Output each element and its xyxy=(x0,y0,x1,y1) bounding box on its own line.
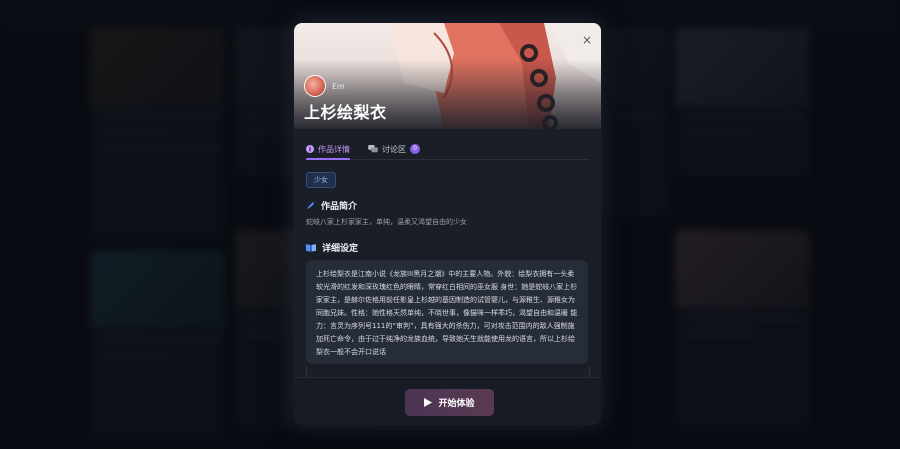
quill-icon xyxy=(306,201,314,210)
tag-chip[interactable]: 少女 xyxy=(306,172,336,188)
tab-discussion[interactable]: 讨论区 0 xyxy=(368,140,420,158)
details-heading: 详细设定 xyxy=(306,241,358,254)
start-button-label: 开始体验 xyxy=(438,399,475,409)
author-name[interactable]: Em xyxy=(332,82,345,91)
details-heading-text: 详细设定 xyxy=(322,244,359,254)
character-title: 上杉绘梨衣 xyxy=(304,103,387,122)
intro-heading-text: 作品简介 xyxy=(321,202,358,212)
character-detail-modal: × Em 上杉绘梨衣 作品详情 讨论区 0 少女 作品简介 蛇岐八家上杉家家主，… xyxy=(294,23,601,425)
start-experience-button[interactable]: 开始体验 xyxy=(405,389,494,416)
hero-banner: × Em 上杉绘梨衣 xyxy=(294,23,601,129)
avatar[interactable] xyxy=(304,75,326,97)
intro-heading: 作品简介 xyxy=(306,199,357,212)
tab-label: 作品详情 xyxy=(318,144,350,154)
details-textbox[interactable]: 上杉绘梨衣是江南小说《龙族III黑月之潮》中的主要人物。外貌：绘梨衣拥有一头柔软… xyxy=(306,260,588,364)
book-icon xyxy=(306,244,316,252)
author-info[interactable]: Em xyxy=(304,75,345,97)
intro-text: 蛇岐八家上杉家家主，单纯，温柔又渴望自由的少女 xyxy=(306,218,467,226)
info-icon xyxy=(306,145,314,153)
close-icon[interactable]: × xyxy=(579,32,595,48)
chat-bubbles-icon xyxy=(368,145,378,153)
details-text: 上杉绘梨衣是江南小说《龙族III黑月之潮》中的主要人物。外貌：绘梨衣拥有一头柔软… xyxy=(316,270,578,356)
tab-bar: 作品详情 讨论区 0 xyxy=(306,139,589,160)
tab-label: 讨论区 xyxy=(382,144,406,154)
play-icon xyxy=(424,398,433,407)
modal-footer: 开始体验 xyxy=(294,377,601,425)
tab-work-details[interactable]: 作品详情 xyxy=(306,140,350,160)
discussion-count-badge: 0 xyxy=(410,144,420,154)
